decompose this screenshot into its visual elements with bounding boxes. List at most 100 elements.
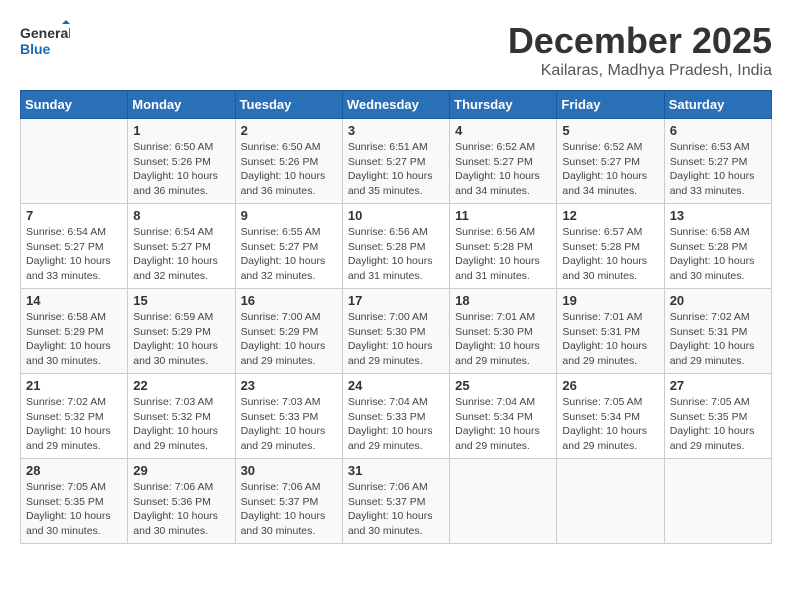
calendar-day-cell	[557, 459, 664, 544]
day-info: Sunrise: 7:06 AMSunset: 5:37 PMDaylight:…	[348, 480, 444, 539]
day-number: 22	[133, 378, 229, 393]
day-number: 28	[26, 463, 122, 478]
day-number: 12	[562, 208, 658, 223]
day-number: 3	[348, 123, 444, 138]
month-title: December 2025	[508, 20, 772, 62]
calendar-day-cell	[21, 119, 128, 204]
calendar-table: SundayMondayTuesdayWednesdayThursdayFrid…	[20, 90, 772, 544]
day-number: 31	[348, 463, 444, 478]
day-number: 2	[241, 123, 337, 138]
calendar-week-row: 14Sunrise: 6:58 AMSunset: 5:29 PMDayligh…	[21, 289, 772, 374]
calendar-day-cell	[450, 459, 557, 544]
calendar-day-cell	[664, 459, 771, 544]
calendar-weekday-header: Monday	[128, 91, 235, 119]
day-number: 11	[455, 208, 551, 223]
calendar-day-cell: 7 Sunrise: 6:54 AMSunset: 5:27 PMDaylight…	[21, 204, 128, 289]
calendar-day-cell: 14Sunrise: 6:58 AMSunset: 5:29 PMDayligh…	[21, 289, 128, 374]
calendar-day-cell: 1 Sunrise: 6:50 AMSunset: 5:26 PMDaylight…	[128, 119, 235, 204]
calendar-weekday-header: Saturday	[664, 91, 771, 119]
day-info: Sunrise: 7:01 AMSunset: 5:30 PMDaylight:…	[455, 310, 551, 369]
calendar-day-cell: 23 Sunrise: 7:03 AMSunset: 5:33 PMDayligh…	[235, 374, 342, 459]
calendar-day-cell: 2 Sunrise: 6:50 AMSunset: 5:26 PMDaylight…	[235, 119, 342, 204]
calendar-day-cell: 15 Sunrise: 6:59 AMSunset: 5:29 PMDayligh…	[128, 289, 235, 374]
day-info: Sunrise: 6:56 AMSunset: 5:28 PMDaylight:…	[455, 225, 551, 284]
day-info: Sunrise: 7:06 AMSunset: 5:36 PMDaylight:…	[133, 480, 229, 539]
calendar-day-cell: 26Sunrise: 7:05 AMSunset: 5:34 PMDayligh…	[557, 374, 664, 459]
day-number: 24	[348, 378, 444, 393]
calendar-weekday-header: Friday	[557, 91, 664, 119]
calendar-day-cell: 9 Sunrise: 6:55 AMSunset: 5:27 PMDaylight…	[235, 204, 342, 289]
day-info: Sunrise: 7:01 AMSunset: 5:31 PMDaylight:…	[562, 310, 658, 369]
calendar-day-cell: 22 Sunrise: 7:03 AMSunset: 5:32 PMDayligh…	[128, 374, 235, 459]
day-info: Sunrise: 6:56 AMSunset: 5:28 PMDaylight:…	[348, 225, 444, 284]
calendar-day-cell: 5Sunrise: 6:52 AMSunset: 5:27 PMDaylight…	[557, 119, 664, 204]
day-info: Sunrise: 7:04 AMSunset: 5:34 PMDaylight:…	[455, 395, 551, 454]
calendar-day-cell: 25Sunrise: 7:04 AMSunset: 5:34 PMDayligh…	[450, 374, 557, 459]
calendar-day-cell: 11 Sunrise: 6:56 AMSunset: 5:28 PMDayligh…	[450, 204, 557, 289]
day-number: 15	[133, 293, 229, 308]
title-area: December 2025 Kailaras, Madhya Pradesh, …	[508, 20, 772, 80]
day-number: 7	[26, 208, 122, 223]
day-number: 10	[348, 208, 444, 223]
day-number: 9	[241, 208, 337, 223]
calendar-day-cell: 20 Sunrise: 7:02 AMSunset: 5:31 PMDayligh…	[664, 289, 771, 374]
location-title: Kailaras, Madhya Pradesh, India	[508, 62, 772, 80]
day-number: 21	[26, 378, 122, 393]
day-info: Sunrise: 7:05 AMSunset: 5:35 PMDaylight:…	[670, 395, 766, 454]
day-info: Sunrise: 6:51 AMSunset: 5:27 PMDaylight:…	[348, 140, 444, 199]
calendar-week-row: 7 Sunrise: 6:54 AMSunset: 5:27 PMDaylight…	[21, 204, 772, 289]
page-header: General Blue December 2025 Kailaras, Mad…	[20, 20, 772, 80]
day-number: 19	[562, 293, 658, 308]
day-info: Sunrise: 6:55 AMSunset: 5:27 PMDaylight:…	[241, 225, 337, 284]
calendar-weekday-header: Wednesday	[342, 91, 449, 119]
svg-text:Blue: Blue	[20, 41, 51, 57]
day-info: Sunrise: 7:00 AMSunset: 5:30 PMDaylight:…	[348, 310, 444, 369]
day-number: 23	[241, 378, 337, 393]
day-number: 13	[670, 208, 766, 223]
day-number: 1	[133, 123, 229, 138]
day-info: Sunrise: 7:05 AMSunset: 5:34 PMDaylight:…	[562, 395, 658, 454]
day-info: Sunrise: 6:52 AMSunset: 5:27 PMDaylight:…	[455, 140, 551, 199]
day-info: Sunrise: 6:50 AMSunset: 5:26 PMDaylight:…	[133, 140, 229, 199]
calendar-day-cell: 18Sunrise: 7:01 AMSunset: 5:30 PMDayligh…	[450, 289, 557, 374]
day-number: 16	[241, 293, 337, 308]
calendar-day-cell: 31 Sunrise: 7:06 AMSunset: 5:37 PMDayligh…	[342, 459, 449, 544]
day-info: Sunrise: 6:50 AMSunset: 5:26 PMDaylight:…	[241, 140, 337, 199]
calendar-day-cell: 30 Sunrise: 7:06 AMSunset: 5:37 PMDayligh…	[235, 459, 342, 544]
day-number: 14	[26, 293, 122, 308]
day-number: 30	[241, 463, 337, 478]
day-info: Sunrise: 7:03 AMSunset: 5:33 PMDaylight:…	[241, 395, 337, 454]
day-number: 27	[670, 378, 766, 393]
day-info: Sunrise: 6:57 AMSunset: 5:28 PMDaylight:…	[562, 225, 658, 284]
logo-svg: General Blue	[20, 20, 70, 60]
calendar-weekday-header: Thursday	[450, 91, 557, 119]
day-info: Sunrise: 7:06 AMSunset: 5:37 PMDaylight:…	[241, 480, 337, 539]
calendar-day-cell: 12 Sunrise: 6:57 AMSunset: 5:28 PMDayligh…	[557, 204, 664, 289]
day-info: Sunrise: 6:58 AMSunset: 5:28 PMDaylight:…	[670, 225, 766, 284]
calendar-day-cell: 24 Sunrise: 7:04 AMSunset: 5:33 PMDayligh…	[342, 374, 449, 459]
calendar-day-cell: 10 Sunrise: 6:56 AMSunset: 5:28 PMDayligh…	[342, 204, 449, 289]
calendar-day-cell: 29 Sunrise: 7:06 AMSunset: 5:36 PMDayligh…	[128, 459, 235, 544]
calendar-header-row: SundayMondayTuesdayWednesdayThursdayFrid…	[21, 91, 772, 119]
calendar-day-cell: 27 Sunrise: 7:05 AMSunset: 5:35 PMDayligh…	[664, 374, 771, 459]
calendar-week-row: 1 Sunrise: 6:50 AMSunset: 5:26 PMDaylight…	[21, 119, 772, 204]
day-info: Sunrise: 7:03 AMSunset: 5:32 PMDaylight:…	[133, 395, 229, 454]
calendar-body: 1 Sunrise: 6:50 AMSunset: 5:26 PMDaylight…	[21, 119, 772, 544]
calendar-weekday-header: Sunday	[21, 91, 128, 119]
day-info: Sunrise: 6:54 AMSunset: 5:27 PMDaylight:…	[26, 225, 122, 284]
day-number: 20	[670, 293, 766, 308]
calendar-day-cell: 19 Sunrise: 7:01 AMSunset: 5:31 PMDayligh…	[557, 289, 664, 374]
day-info: Sunrise: 7:05 AMSunset: 5:35 PMDaylight:…	[26, 480, 122, 539]
day-info: Sunrise: 6:54 AMSunset: 5:27 PMDaylight:…	[133, 225, 229, 284]
calendar-day-cell: 13 Sunrise: 6:58 AMSunset: 5:28 PMDayligh…	[664, 204, 771, 289]
calendar-day-cell: 21 Sunrise: 7:02 AMSunset: 5:32 PMDayligh…	[21, 374, 128, 459]
day-number: 8	[133, 208, 229, 223]
calendar-day-cell: 16Sunrise: 7:00 AMSunset: 5:29 PMDayligh…	[235, 289, 342, 374]
calendar-weekday-header: Tuesday	[235, 91, 342, 119]
day-info: Sunrise: 7:04 AMSunset: 5:33 PMDaylight:…	[348, 395, 444, 454]
svg-text:General: General	[20, 25, 70, 41]
day-info: Sunrise: 7:02 AMSunset: 5:31 PMDaylight:…	[670, 310, 766, 369]
day-number: 29	[133, 463, 229, 478]
day-info: Sunrise: 7:02 AMSunset: 5:32 PMDaylight:…	[26, 395, 122, 454]
day-info: Sunrise: 6:59 AMSunset: 5:29 PMDaylight:…	[133, 310, 229, 369]
